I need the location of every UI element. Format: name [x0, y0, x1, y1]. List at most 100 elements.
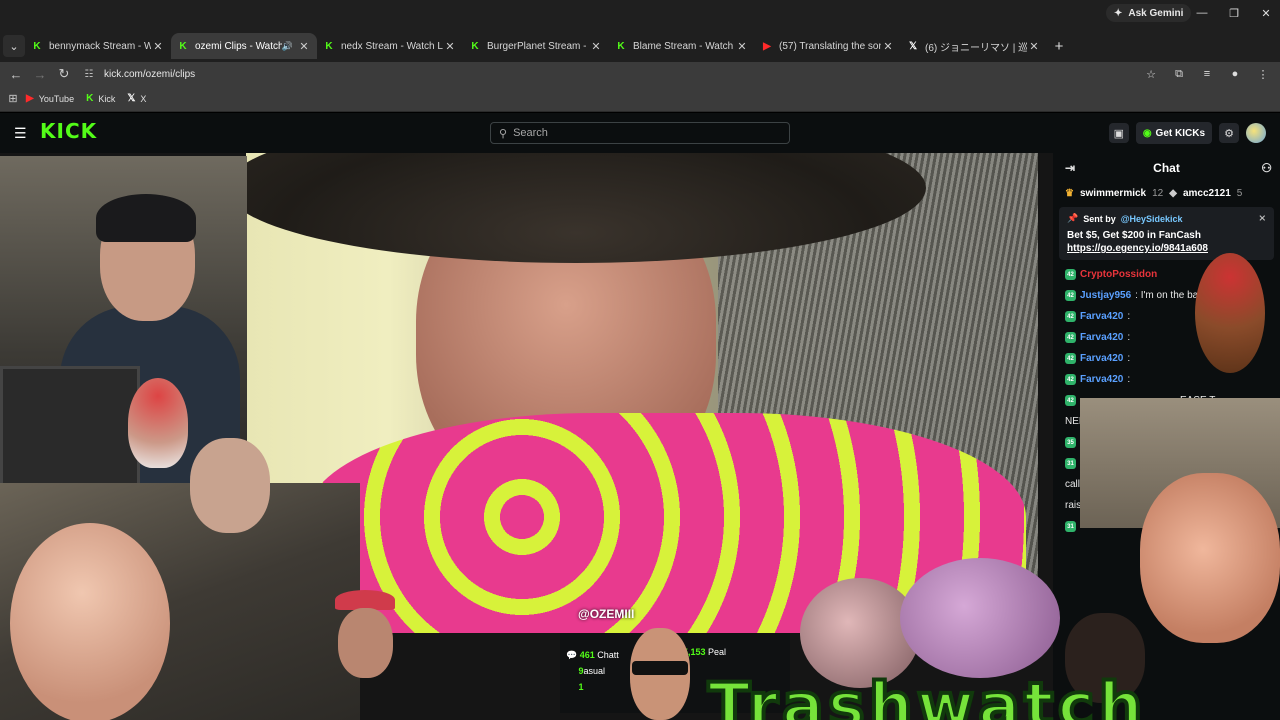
- kick-header-actions: ▣ ◉ Get KICKs ⚙: [1108, 113, 1280, 153]
- extensions-icon[interactable]: ⧉: [1168, 68, 1190, 81]
- bookmark-star-icon[interactable]: ☆: [1140, 68, 1162, 81]
- toolbar-actions: ☆ ⧉ ≡ ● ⋮: [1140, 62, 1280, 86]
- speaker-icon[interactable]: 🔊: [282, 41, 293, 52]
- peak-stats: 5,153 Peal: [683, 647, 726, 657]
- pinned-link[interactable]: https://go.egency.io/9841a608: [1067, 243, 1266, 254]
- chat-username[interactable]: Farva420: [1080, 332, 1123, 343]
- chat-username[interactable]: Farva420: [1080, 311, 1123, 322]
- minimize-icon[interactable]: —: [1186, 7, 1218, 19]
- close-tab-icon[interactable]: ✕: [297, 40, 311, 53]
- sub-badge-icon: 42: [1065, 290, 1076, 301]
- address-bar[interactable]: ☷ kick.com/ozemi/clips: [80, 62, 1170, 86]
- chat-username[interactable]: Farva420: [1080, 353, 1123, 364]
- sunglasses: [632, 661, 688, 675]
- sub-badge-icon: 31: [1065, 521, 1076, 532]
- hamburger-menu-icon[interactable]: ☰: [14, 125, 27, 142]
- close-tab-icon[interactable]: ✕: [151, 40, 165, 53]
- browse-icon[interactable]: ▣: [1108, 123, 1129, 143]
- gifter-count: 12: [1152, 187, 1164, 199]
- sub-badge-icon: 42: [1065, 395, 1076, 406]
- chat-message: 31: [1053, 516, 1280, 537]
- chat-username[interactable]: Vansin: [1080, 437, 1112, 448]
- kick-logo[interactable]: KICK: [40, 119, 97, 143]
- apps-grid-icon[interactable]: ⊞: [0, 92, 26, 105]
- close-window-icon[interactable]: ✕: [1250, 7, 1280, 20]
- get-kicks-button[interactable]: ◉ Get KICKs: [1135, 122, 1212, 144]
- sub-badge-icon: 35: [1065, 437, 1076, 448]
- settings-gear-icon[interactable]: ⚙: [1219, 123, 1239, 143]
- top-gifters-row: ♛ swimmermick 12 ◆ amcc2121 5: [1053, 183, 1280, 203]
- gifter-name[interactable]: swimmermick: [1080, 188, 1146, 199]
- video-subject-shirt: [306, 413, 1026, 633]
- pin-icon: 📌: [1067, 213, 1079, 223]
- address-text[interactable]: kick.com/ozemi/clips: [104, 69, 195, 80]
- peak-label: Peal: [708, 647, 727, 657]
- new-tab-icon[interactable]: +: [1047, 38, 1071, 55]
- tab-2[interactable]: K nedx Stream - Watch Live o ✕: [317, 33, 463, 59]
- tab-4[interactable]: K Blame Stream - Watch Live ✕: [609, 33, 755, 59]
- bookmarks-bar: ⊞ ▶ YouTube K Kick 𝕏 X: [0, 86, 1280, 112]
- chat-username[interactable]: Farva420: [1080, 374, 1123, 385]
- tab-title: (57) Translating the song's: [779, 40, 881, 52]
- menu-icon[interactable]: ⋮: [1252, 68, 1274, 81]
- tab-0[interactable]: K bennymack Stream - Watch ✕: [25, 33, 171, 59]
- site-info-icon[interactable]: ☷: [80, 69, 98, 80]
- chat-username[interactable]: Justjay956: [1080, 290, 1131, 301]
- chat-text: :: [1116, 437, 1120, 448]
- chat-text: :: [1127, 374, 1131, 385]
- close-tab-icon[interactable]: ✕: [1027, 40, 1041, 53]
- get-kicks-label: Get KICKs: [1155, 127, 1205, 139]
- bookmark-kick[interactable]: K Kick: [86, 93, 115, 104]
- tab-title: Blame Stream - Watch Live: [633, 40, 735, 52]
- tab-title: nedx Stream - Watch Live o: [341, 40, 443, 52]
- sent-by-user[interactable]: @HeySidekick: [1121, 214, 1183, 224]
- gemini-icon: ✦: [1114, 7, 1123, 19]
- tab-1[interactable]: K ozemi Clips - Watch Live 🔊 ✕: [171, 33, 317, 59]
- stats-overlay-box: [560, 633, 790, 713]
- pinned-sender: 📌 Sent by @HeySidekick ⨯: [1067, 213, 1266, 224]
- maximize-icon[interactable]: ❐: [1218, 7, 1250, 20]
- close-tab-icon[interactable]: ✕: [735, 40, 749, 53]
- x-favicon-icon: 𝕏: [127, 93, 136, 104]
- gifter-badge-icon: ◆: [1169, 187, 1177, 199]
- search-placeholder: Search: [513, 127, 548, 139]
- close-tab-icon[interactable]: ✕: [589, 40, 603, 53]
- chat-username[interactable]: CryptoPossidon: [1080, 269, 1157, 280]
- third-count: 1: [578, 682, 584, 692]
- tab-3[interactable]: K BurgerPlanet Stream - Watc ✕: [463, 33, 609, 59]
- search-input[interactable]: ⚲ Search: [490, 122, 790, 144]
- sub-badge-icon: 42: [1065, 353, 1076, 364]
- media-controls-icon[interactable]: ≡: [1196, 68, 1218, 80]
- profile-icon[interactable]: ●: [1224, 68, 1246, 80]
- chat-users-icon[interactable]: ⚇: [1261, 161, 1272, 175]
- gifter-name[interactable]: amcc2121: [1183, 188, 1231, 199]
- back-icon[interactable]: ←: [4, 67, 28, 82]
- chat-text: :: [1127, 311, 1131, 322]
- collapse-chat-icon[interactable]: ⇥: [1065, 161, 1075, 175]
- close-tab-icon[interactable]: ✕: [443, 40, 457, 53]
- ask-gemini-button[interactable]: ✦ Ask Gemini: [1106, 4, 1192, 22]
- forward-icon[interactable]: →: [28, 67, 52, 82]
- webcam-head: [100, 201, 195, 321]
- tab-6[interactable]: 𝕏 (6) ジョニーリマソ | 巡礼外国人 ✕: [901, 33, 1047, 59]
- webcam-hair: [96, 194, 196, 242]
- bookmark-x[interactable]: 𝕏 X: [127, 93, 146, 104]
- chat-message: raisi: [1053, 495, 1280, 516]
- kick-favicon-icon: K: [33, 40, 41, 52]
- video-player[interactable]: [246, 153, 1038, 633]
- casual-label: asual: [583, 666, 606, 676]
- close-tab-icon[interactable]: ✕: [881, 40, 895, 53]
- chat-text: :: [1127, 353, 1131, 364]
- tab-search-button[interactable]: ⌄: [3, 35, 25, 57]
- user-avatar[interactable]: [1246, 123, 1266, 143]
- unpin-icon[interactable]: ⨯: [1258, 213, 1266, 224]
- kick-header: ☰ KICK ⚲ Search ▣ ◉ Get KICKs ⚙: [0, 113, 1280, 153]
- bookmark-youtube[interactable]: ▶ YouTube: [26, 93, 74, 104]
- tab-5[interactable]: ▶ (57) Translating the song's ✕: [755, 33, 901, 59]
- youtube-favicon-icon: ▶: [763, 40, 771, 52]
- reload-icon[interactable]: ↻: [52, 66, 76, 82]
- ask-gemini-label: Ask Gemini: [1128, 7, 1184, 19]
- sub-badge-icon: 42: [1065, 269, 1076, 280]
- chat-message: 35 Vansin:: [1053, 432, 1280, 453]
- casual-count: 9: [578, 666, 584, 676]
